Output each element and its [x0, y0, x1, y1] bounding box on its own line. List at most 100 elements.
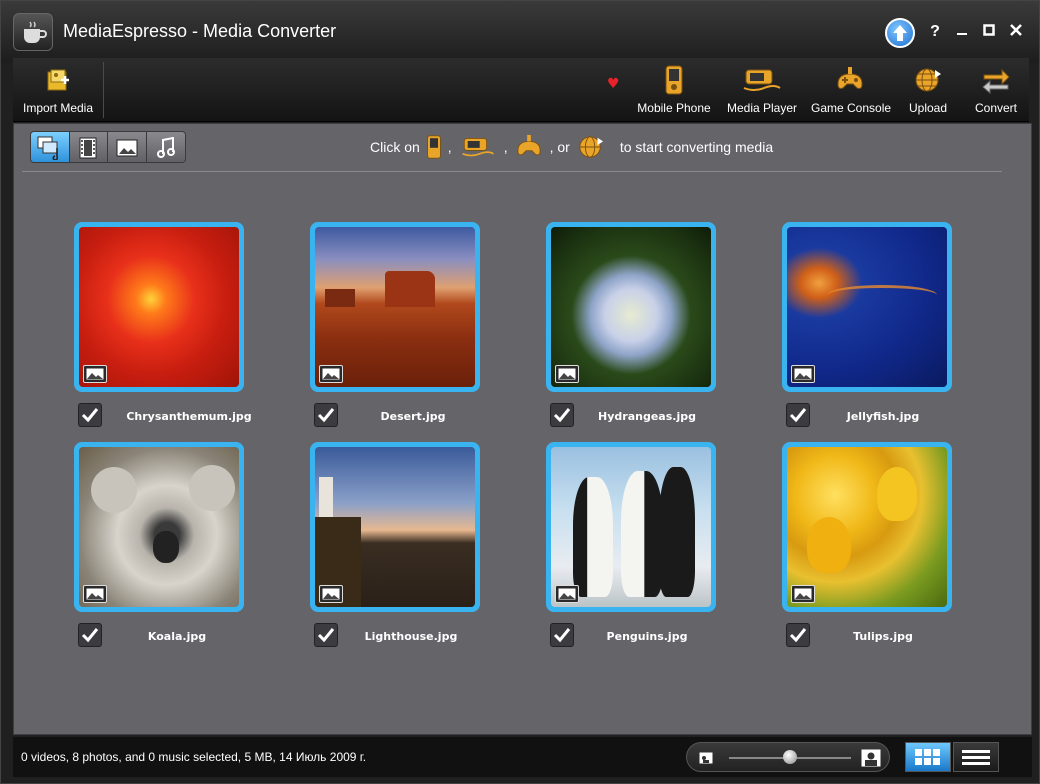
grid-view-button[interactable]	[905, 742, 951, 772]
hint-prefix: Click on	[370, 139, 420, 155]
game-console-button[interactable]: Game Console	[811, 62, 892, 115]
convert-arrows-icon	[982, 68, 1010, 94]
koala-image	[79, 447, 239, 607]
close-button[interactable]	[1003, 19, 1029, 45]
title-bar: MediaEspresso - Media Converter ?	[1, 1, 1039, 63]
filter-music-button[interactable]	[146, 132, 185, 162]
checkmark-icon	[81, 628, 99, 643]
media-checkbox[interactable]	[78, 403, 102, 427]
upload-button[interactable]: Upload	[899, 62, 957, 115]
upload-label: Upload	[908, 101, 948, 115]
media-thumbnail[interactable]	[782, 442, 952, 612]
hint-suffix: to start converting media	[619, 139, 774, 155]
list-view-button[interactable]	[953, 742, 999, 772]
media-player-button[interactable]: Media Player	[723, 62, 801, 115]
media-checkbox[interactable]	[550, 403, 574, 427]
penguins-image	[551, 447, 711, 607]
hydrangeas-image	[551, 227, 711, 387]
photo-badge-icon	[83, 365, 107, 383]
app-logo-coffee-icon	[13, 13, 53, 51]
media-filename: Tulips.jpg	[853, 630, 913, 643]
window-title: MediaEspresso - Media Converter	[63, 21, 337, 41]
media-thumbnail[interactable]	[310, 222, 480, 392]
checkmark-icon	[317, 408, 335, 423]
game-console-icon	[837, 67, 863, 89]
music-note-icon	[156, 137, 175, 158]
minimize-button[interactable]	[949, 19, 975, 45]
checkmark-icon	[553, 408, 571, 423]
upload-globe-icon	[915, 68, 941, 92]
photo-badge-icon	[555, 585, 579, 603]
hint-separator: ,	[447, 139, 452, 155]
photo-badge-icon	[319, 585, 343, 603]
media-checkbox[interactable]	[314, 403, 338, 427]
media-filename: Lighthouse.jpg	[364, 630, 458, 643]
up-arrow-icon	[893, 25, 907, 41]
filter-all-media-button[interactable]	[31, 132, 70, 162]
upload-globe-hint-icon	[576, 134, 606, 160]
filter-photo-button[interactable]	[108, 132, 147, 162]
large-thumbnail-icon	[861, 749, 881, 767]
upgrade-button[interactable]	[885, 18, 915, 48]
media-filename: Koala.jpg	[147, 630, 207, 643]
media-filename: Hydrangeas.jpg	[598, 410, 696, 423]
media-filename: Desert.jpg	[380, 410, 446, 423]
slider-knob[interactable]	[783, 750, 797, 764]
media-thumbnail[interactable]	[74, 222, 244, 392]
mobile-phone-button[interactable]: Mobile Phone	[635, 62, 713, 115]
jellyfish-image	[787, 227, 947, 387]
media-thumbnail[interactable]	[310, 442, 480, 612]
media-thumbnail[interactable]	[782, 222, 952, 392]
hint-separator: , or	[549, 139, 570, 155]
small-thumbnail-icon	[699, 752, 713, 764]
checkmark-icon	[789, 628, 807, 643]
photo-icon	[116, 139, 138, 157]
game-console-label: Game Console	[811, 101, 892, 115]
media-player-label: Media Player	[726, 101, 798, 115]
convert-button[interactable]: Convert	[967, 62, 1025, 115]
toolbar-separator	[103, 62, 104, 118]
media-checkbox[interactable]	[786, 403, 810, 427]
media-checkbox[interactable]	[314, 623, 338, 647]
media-checkbox[interactable]	[78, 623, 102, 647]
import-media-label: Import Media	[22, 101, 94, 115]
maximize-icon	[983, 24, 995, 36]
filter-video-button[interactable]	[69, 132, 108, 162]
close-icon	[1010, 24, 1022, 36]
media-thumbnail[interactable]	[546, 442, 716, 612]
media-filename: Chrysanthemum.jpg	[126, 410, 252, 423]
media-checkbox[interactable]	[786, 623, 810, 647]
app-window: MediaEspresso - Media Converter ? Import…	[0, 0, 1040, 784]
conversion-hint: Click on , , , or to start converting me…	[370, 134, 773, 160]
photo-badge-icon	[555, 365, 579, 383]
photo-badge-icon	[319, 365, 343, 383]
media-filename: Jellyfish.jpg	[846, 410, 920, 423]
grid-view-icon	[915, 749, 940, 765]
checkmark-icon	[81, 408, 99, 423]
media-checkbox[interactable]	[550, 623, 574, 647]
help-button[interactable]: ?	[922, 19, 948, 45]
heart-icon: ♥	[607, 76, 620, 92]
minimize-icon	[957, 33, 967, 35]
checkmark-icon	[553, 628, 571, 643]
checkmark-icon	[789, 408, 807, 423]
maximize-button[interactable]	[976, 19, 1002, 45]
photo-badge-icon	[791, 585, 815, 603]
mobile-phone-icon	[665, 65, 683, 95]
film-strip-icon	[79, 137, 97, 159]
media-type-filter	[30, 131, 186, 163]
game-console-hint-icon	[514, 134, 544, 160]
all-media-icon	[37, 136, 58, 160]
convert-label: Convert	[974, 101, 1018, 115]
media-filename: Penguins.jpg	[606, 630, 688, 643]
media-library-panel: Click on , , , or to start converting me…	[13, 123, 1032, 735]
lighthouse-image	[315, 447, 475, 607]
hint-separator: ,	[503, 139, 508, 155]
thumbnail-size-slider[interactable]	[686, 742, 890, 772]
import-media-button[interactable]: Import Media	[19, 62, 97, 115]
selection-status: 0 videos, 8 photos, and 0 music selected…	[21, 750, 367, 764]
media-thumbnail[interactable]	[74, 442, 244, 612]
media-thumbnail[interactable]	[546, 222, 716, 392]
tulips-image	[787, 447, 947, 607]
import-media-icon	[47, 69, 69, 91]
